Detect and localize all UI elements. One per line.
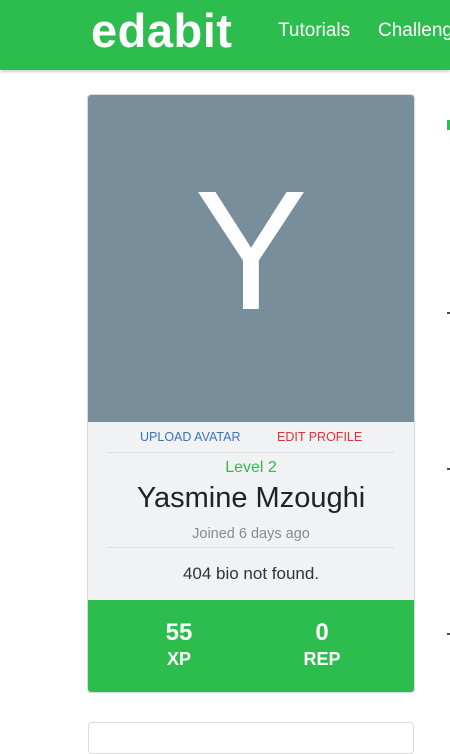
user-bio: 404 bio not found.: [182, 564, 320, 583]
nav-tutorials-link[interactable]: Tutorials: [278, 19, 350, 43]
top-navbar: edabit Tutorials Challenges: [0, 0, 450, 70]
nav-challenges-link[interactable]: Challenges: [378, 19, 450, 43]
user-name: Yasmine Mzoughi: [136, 482, 366, 514]
user-level: Level 2: [225, 459, 277, 476]
xp-value: 55: [165, 619, 193, 646]
upload-avatar-link[interactable]: UPLOAD AVATAR: [140, 428, 241, 446]
divider: [108, 547, 394, 548]
profile-actions: UPLOAD AVATAR EDIT PROFILE: [88, 428, 414, 446]
avatar-initial: Y: [194, 156, 308, 346]
edabit-logo[interactable]: edabit: [91, 3, 232, 59]
joined-date: Joined 6 days ago: [192, 526, 310, 542]
rep-label: REP: [303, 649, 341, 669]
secondary-card: [88, 722, 414, 754]
profile-card: Y UPLOAD AVATAR EDIT PROFILE Level 2 Yas…: [87, 94, 415, 693]
rep-value: 0: [315, 619, 329, 646]
xp-label: XP: [166, 649, 191, 669]
stats-panel: 55 XP 0 REP: [88, 600, 414, 692]
xp-stat: 55 XP: [129, 620, 229, 671]
edit-profile-link[interactable]: EDIT PROFILE: [277, 428, 362, 446]
avatar: Y: [88, 95, 414, 422]
rep-stat: 0 REP: [272, 620, 372, 671]
divider: [108, 452, 394, 453]
